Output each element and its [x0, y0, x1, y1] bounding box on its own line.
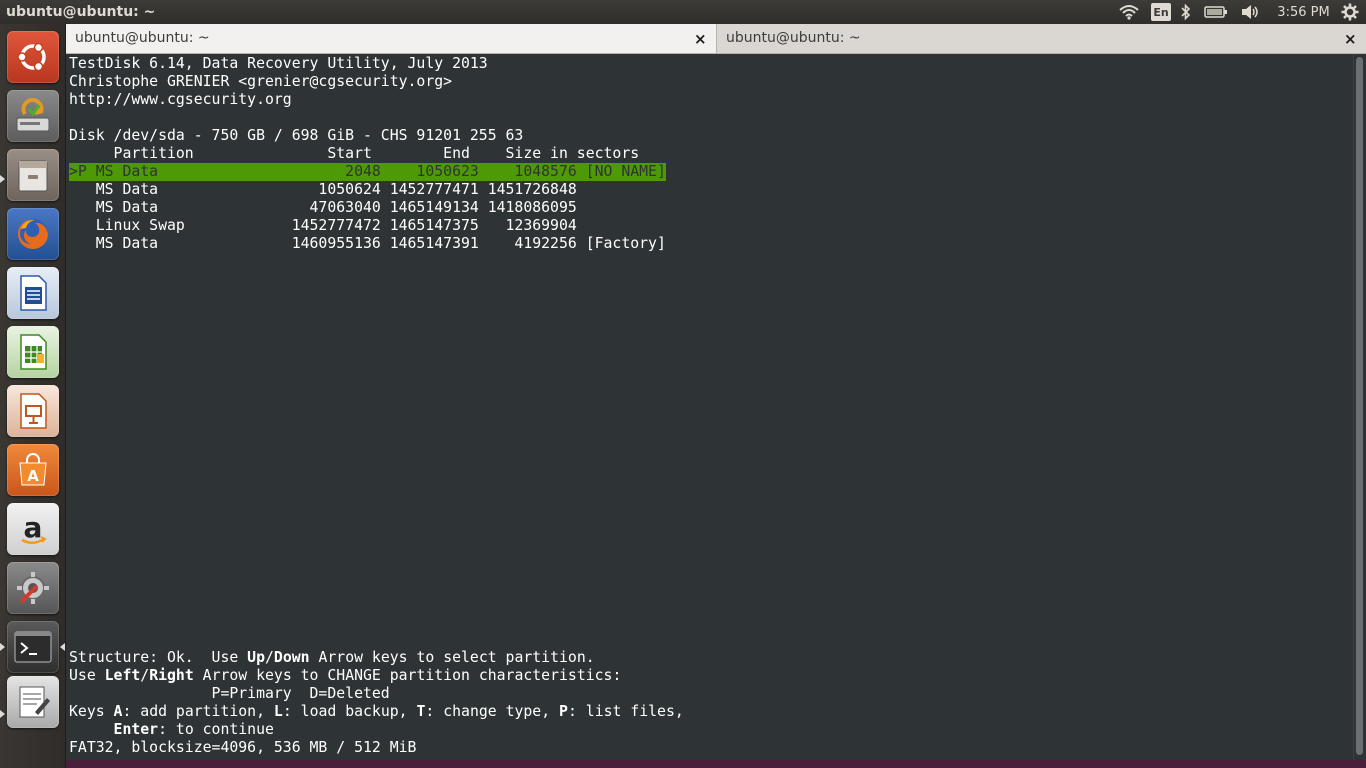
header-line-2: Christophe GRENIER <grenier@cgsecurity.o… [69, 73, 453, 90]
window-bottom-edge [66, 760, 1366, 768]
header-line-3: http://www.cgsecurity.org [69, 91, 292, 108]
scrollbar[interactable] [1353, 54, 1366, 760]
firefox-icon[interactable] [7, 208, 59, 260]
tab-2-close-icon[interactable]: × [1344, 30, 1357, 48]
help-line-keys: Keys A: add partition, L: load backup, T… [69, 703, 684, 720]
settings-gear-icon[interactable] [1340, 3, 1360, 21]
terminal-running-indicator [0, 643, 5, 651]
tab-1-label: ubuntu@ubuntu: ~ [75, 30, 210, 46]
tab-2[interactable]: ubuntu@ubuntu: ~ × [716, 24, 1366, 53]
volume-icon[interactable] [1239, 3, 1261, 21]
terminal-output[interactable]: TestDisk 6.14, Data Recovery Utility, Ju… [66, 54, 1352, 760]
keyboard-layout-label: En [1151, 3, 1171, 21]
partition-row[interactable]: MS Data 1050624 1452777471 1451726848 [69, 181, 577, 199]
launcher: A a [0, 24, 66, 768]
terminal-focused-indicator [60, 643, 65, 651]
partition-column-headers: Partition Start End Size in sectors [69, 145, 640, 162]
tab-bar: ubuntu@ubuntu: ~ × ubuntu@ubuntu: ~ × [66, 24, 1366, 54]
help-line-types: P=Primary D=Deleted [69, 685, 390, 702]
help-line-structure: Structure: Ok. Use Up/Down Arrow keys to… [69, 649, 595, 666]
disk-info: Disk /dev/sda - 750 GB / 698 GiB - CHS 9… [69, 127, 524, 144]
svg-text:a: a [24, 511, 43, 544]
text-editor-icon[interactable] [7, 676, 59, 728]
partition-row-selected[interactable]: >P MS Data 2048 1050623 1048576 [NO NAME… [69, 163, 666, 181]
header-line-1: TestDisk 6.14, Data Recovery Utility, Ju… [69, 55, 488, 72]
bluetooth-icon[interactable] [1178, 3, 1194, 21]
filesystem-info: FAT32, blocksize=4096, 536 MB / 512 MiB [69, 739, 417, 756]
calc-icon[interactable] [7, 326, 59, 378]
window-title: ubuntu@ubuntu: ~ [6, 4, 156, 20]
ubuntu-dash-icon[interactable] [7, 31, 59, 83]
clock[interactable]: 3:56 PM [1276, 3, 1331, 21]
tab-1-close-icon[interactable]: × [694, 30, 707, 48]
keyboard-layout-indicator[interactable]: En [1150, 3, 1172, 21]
amazon-icon[interactable]: a [7, 503, 59, 555]
wifi-icon[interactable] [1118, 3, 1140, 21]
terminal-window: ubuntu@ubuntu: ~ × ubuntu@ubuntu: ~ × Te… [66, 24, 1366, 768]
partition-row[interactable]: Linux Swap 1452777472 1465147375 1236990… [69, 217, 577, 235]
partition-row[interactable]: MS Data 47063040 1465149134 1418086095 [69, 199, 577, 217]
files-icon[interactable] [7, 149, 59, 201]
scrollbar-thumb[interactable] [1356, 57, 1363, 755]
backups-icon[interactable] [7, 90, 59, 142]
svg-text:A: A [27, 467, 39, 485]
software-center-icon[interactable]: A [7, 444, 59, 496]
tab-2-label: ubuntu@ubuntu: ~ [726, 30, 861, 46]
help-line-continue: Enter: to continue [113, 721, 274, 738]
files-running-indicator [0, 175, 5, 183]
impress-icon[interactable] [7, 385, 59, 437]
text-editor-running-indicator [0, 710, 5, 718]
help-line-change: Use Left/Right Arrow keys to CHANGE part… [69, 667, 622, 684]
terminal-icon[interactable] [7, 621, 59, 673]
battery-icon[interactable] [1203, 3, 1229, 21]
partition-row[interactable]: MS Data 1460955136 1465147391 4192256 [F… [69, 235, 666, 253]
tab-1[interactable]: ubuntu@ubuntu: ~ × [66, 24, 716, 53]
top-panel: ubuntu@ubuntu: ~ En 3:56 PM [0, 0, 1366, 24]
writer-icon[interactable] [7, 267, 59, 319]
system-settings-icon[interactable] [7, 562, 59, 614]
